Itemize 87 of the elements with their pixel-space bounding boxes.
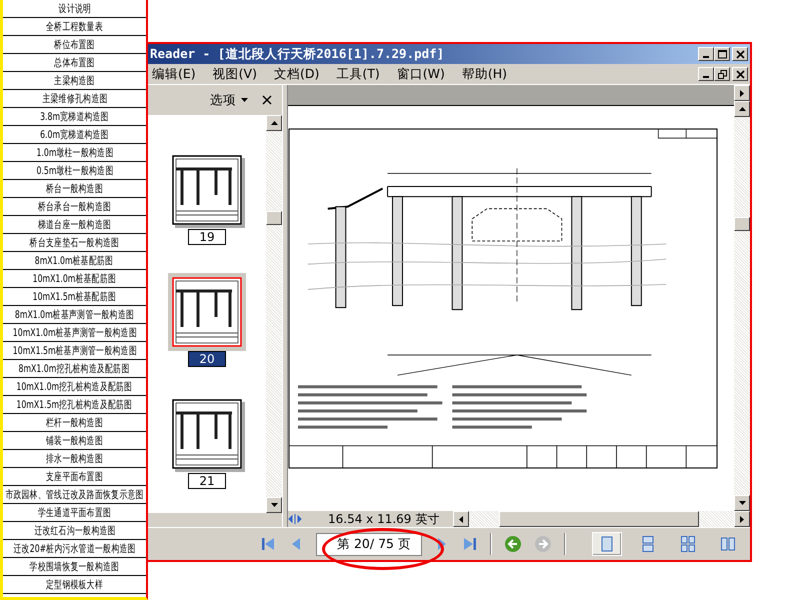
scroll-up-button[interactable] (734, 101, 750, 117)
right-arrow-icon (740, 516, 744, 522)
drawing-list-item: 主梁构造图 (54, 74, 95, 86)
drawing-list-item: 8mX1.0m挖孔桩构造及配筋图 (19, 362, 130, 374)
maximize-button[interactable] (714, 47, 730, 61)
drawing-list-item: 梯道台座一般构造图 (38, 218, 112, 230)
drawing-list-item: 迁改20#桩内污水管道一般构造图 (13, 542, 136, 554)
drawing-list-item: 10mX1.5m桩基配筋图 (32, 290, 116, 302)
drawing-list-item: 3.8m宽梯道构造图 (40, 110, 109, 122)
down-arrow-icon (270, 503, 278, 507)
split-view-icon[interactable] (288, 512, 302, 526)
drawing-list-item: 市政园林、管线迁改及路面恢复示意图 (5, 488, 144, 500)
drawing-list-item: 排水一般构造图 (46, 452, 103, 464)
drawing-list-item: 桥位布置图 (54, 38, 95, 50)
drawing-list-item: 总体布置图 (54, 56, 95, 68)
drawing-list-item: 8mX1.0m桩基声测管一般构造图 (14, 308, 134, 320)
scroll-left-button[interactable] (453, 511, 470, 527)
page-size-label: 16.54 x 11.69 英寸 (327, 510, 440, 528)
page-number-label: 19 (188, 229, 226, 245)
menu-item[interactable]: 编辑(E) (152, 66, 196, 82)
single-page-view-button[interactable] (592, 532, 622, 556)
window-title: Reader - [道北段人行天桥2016[1].7.29.pdf] (150, 46, 446, 62)
drawing-list-item: 10mX1.0m桩基声测管一般构造图 (12, 326, 137, 338)
right-arrow-icon (740, 90, 744, 96)
drawing-list-item: 10mX1.0m挖孔桩构造及配筋图 (16, 380, 132, 392)
scroll-right-button[interactable] (734, 85, 750, 101)
page-number-label: 21 (188, 473, 226, 489)
close-icon (736, 50, 744, 58)
close-icon[interactable] (262, 95, 272, 105)
first-page-icon[interactable] (260, 536, 276, 552)
scroll-down-button[interactable] (266, 497, 282, 513)
continuous-page-icon (640, 536, 656, 552)
drawing-list-item: 桥台承台一般构造图 (38, 200, 112, 212)
menu-item[interactable]: 视图(V) (212, 66, 257, 82)
page-number-field[interactable]: 第 20/ 75 页 (316, 532, 422, 556)
facing-page-icon (720, 536, 736, 552)
menu-item[interactable]: 工具(T) (336, 66, 380, 82)
maximize-icon (718, 50, 726, 58)
last-page-icon[interactable] (462, 536, 478, 552)
drawing-list-item: 全桥工程数量表 (46, 20, 103, 32)
drawing-list-item: 0.5m墩柱一般构造图 (36, 164, 113, 176)
drawing-list-item: 10mX1.5m桩基声测管一般构造图 (12, 344, 137, 356)
caret-icon (241, 98, 248, 102)
menu-item[interactable]: 帮助(H) (462, 66, 508, 82)
page-number-label: 20 (188, 351, 226, 367)
drawing-list-item: 学生通道平面布置图 (38, 506, 112, 518)
drawing-list-item: 主梁维修孔构造图 (42, 92, 108, 104)
scrollbar-thumb[interactable] (266, 211, 282, 225)
drawing-list-item: 桥台一般构造图 (46, 182, 103, 194)
close-button[interactable] (732, 47, 748, 61)
drawing-list-item: 10mX1.5m挖孔桩构造及配筋图 (16, 398, 132, 410)
restore-icon (718, 70, 726, 78)
scroll-down-button[interactable] (734, 495, 750, 511)
close-icon (736, 70, 744, 78)
minimize-icon (703, 76, 709, 78)
restore-button[interactable] (714, 67, 730, 81)
scrollbar-thumb[interactable] (499, 511, 700, 527)
up-arrow-icon (270, 121, 278, 125)
minimize-icon (703, 56, 709, 58)
drawing-list-item: 定型钢模板大样 (46, 578, 103, 590)
drawing-list-item: 支座平面布置图 (46, 470, 103, 482)
drawing-list-item: 迁改红石沟一般构造图 (34, 524, 116, 536)
menu-item[interactable]: 窗口(W) (396, 66, 445, 82)
drawing-list-item: 1.0m墩柱一般构造图 (36, 146, 113, 158)
menu-item[interactable]: 文档(D) (274, 66, 320, 82)
scroll-up-button[interactable] (266, 115, 282, 131)
minimize-button[interactable] (698, 47, 714, 61)
drawing-list-item: 设计说明 (58, 2, 91, 14)
scrollbar-thumb[interactable] (734, 217, 750, 231)
drawing-list-item: 6.0m宽梯道构造图 (40, 128, 109, 140)
grid-page-icon (680, 536, 696, 552)
drawing-list-item: 栏杆一般构造图 (46, 416, 103, 428)
page-thumbnail[interactable] (172, 155, 242, 225)
drawing-list-item: 学校围墙恢复一般构造图 (30, 560, 120, 572)
up-arrow-icon (738, 107, 746, 111)
close-button[interactable] (732, 67, 748, 81)
drawing-list-item: 10mX1.0m桩基配筋图 (32, 272, 116, 284)
minimize-button[interactable] (698, 67, 714, 81)
down-arrow-icon (738, 501, 746, 505)
single-page-icon (599, 536, 615, 552)
options-menu-button[interactable]: 选项 (210, 92, 248, 108)
page-thumbnail[interactable] (172, 399, 242, 469)
left-arrow-icon (459, 516, 464, 522)
drawing-list-item: 铺装一般构造图 (46, 434, 103, 446)
scroll-right-button[interactable] (734, 511, 750, 527)
drawing-list-item: 桥台支座垫石一般构造图 (30, 236, 120, 248)
drawing-list-item: 8mX1.0m桩基配筋图 (35, 254, 114, 266)
